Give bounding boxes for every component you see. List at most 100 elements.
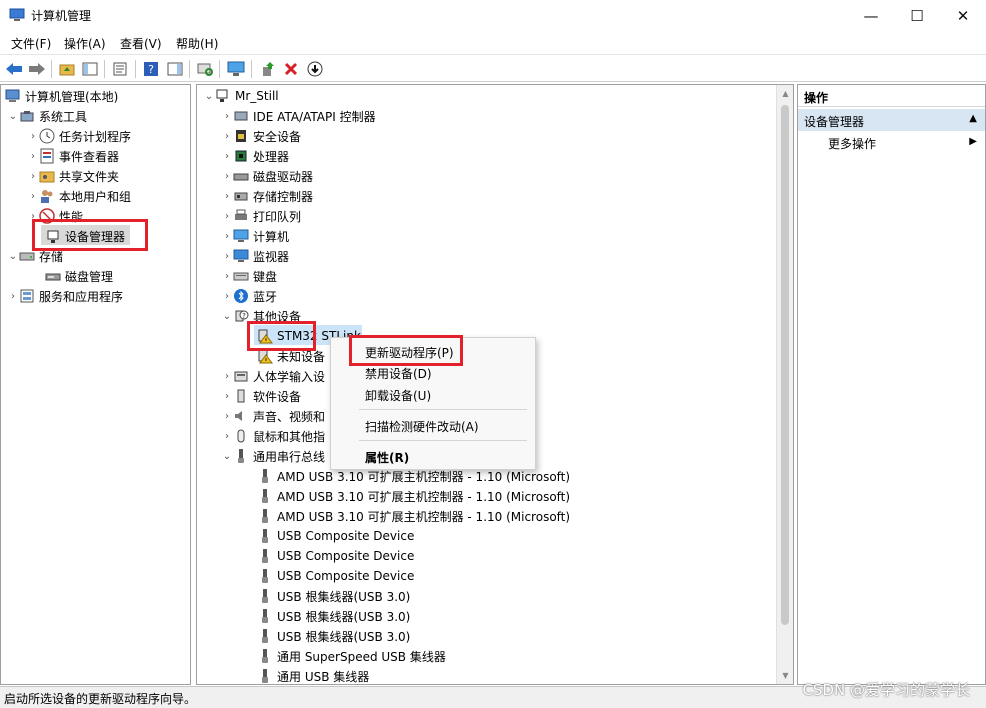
scroll-down-icon[interactable]: ▼ xyxy=(777,667,793,684)
back-icon[interactable] xyxy=(4,59,24,79)
chevron-right-icon[interactable]: › xyxy=(221,291,233,302)
chevron-down-icon[interactable]: ⌄ xyxy=(7,251,19,262)
chevron-right-icon[interactable]: › xyxy=(221,411,233,422)
ctx-scan-hardware[interactable]: 扫描检测硬件改动(A) xyxy=(365,418,479,435)
category-usb-controllers[interactable]: ⌄ 通用串行总线 xyxy=(221,446,325,466)
usb-device-item[interactable]: AMD USB 3.10 可扩展主机控制器 - 1.10 (Microsoft) xyxy=(257,486,570,506)
usb-plug-icon xyxy=(262,629,268,643)
minimize-button[interactable]: — xyxy=(848,0,894,31)
chevron-right-icon[interactable]: › xyxy=(27,211,39,222)
chevron-right-icon[interactable]: › xyxy=(221,251,233,262)
more-actions[interactable]: 更多操作 xyxy=(828,135,876,152)
device-category[interactable]: › 鼠标和其他指 xyxy=(221,426,325,446)
collapse-up-icon[interactable]: ▲ xyxy=(969,113,977,124)
chevron-right-icon[interactable]: › xyxy=(221,211,233,222)
usb-device-item[interactable]: USB 根集线器(USB 3.0) xyxy=(257,586,410,606)
performance-icon xyxy=(39,208,55,224)
device-category[interactable]: › 声音、视频和 xyxy=(221,406,325,426)
show-action-pane-icon[interactable] xyxy=(165,59,185,79)
chevron-right-icon[interactable]: › xyxy=(221,271,233,282)
submenu-right-icon[interactable]: ▶ xyxy=(969,136,977,147)
device-category[interactable]: › 蓝牙 xyxy=(221,286,277,306)
show-hide-tree-icon[interactable] xyxy=(80,59,100,79)
chevron-right-icon[interactable]: › xyxy=(221,191,233,202)
device-category[interactable]: › 计算机 xyxy=(221,226,289,246)
update-driver-icon[interactable] xyxy=(258,59,278,79)
close-button[interactable]: ✕ xyxy=(940,0,986,31)
chevron-right-icon[interactable]: › xyxy=(7,291,19,302)
usb-device-item[interactable]: USB Composite Device xyxy=(257,526,414,546)
uninstall-device-icon[interactable] xyxy=(281,59,301,79)
actions-section-device-manager[interactable]: 设备管理器 ▲ xyxy=(798,109,985,131)
device-category[interactable]: › IDE ATA/ATAPI 控制器 xyxy=(221,106,376,126)
tree-storage[interactable]: ⌄ 存储 xyxy=(7,246,63,266)
up-folder-icon[interactable] xyxy=(57,59,77,79)
menu-action[interactable]: 操作(A) xyxy=(64,35,106,52)
chevron-down-icon[interactable]: ⌄ xyxy=(7,111,19,122)
chevron-down-icon[interactable]: ⌄ xyxy=(221,311,233,322)
monitor-icon[interactable] xyxy=(226,59,246,79)
usb-device-item[interactable]: USB Composite Device xyxy=(257,546,414,566)
chevron-right-icon[interactable]: › xyxy=(221,131,233,142)
tree-task-scheduler[interactable]: › 任务计划程序 xyxy=(27,126,131,146)
ctx-update-driver[interactable]: 更新驱动程序(P) xyxy=(365,344,454,361)
tree-services-apps[interactable]: › 服务和应用程序 xyxy=(7,286,123,306)
chevron-right-icon[interactable]: › xyxy=(27,151,39,162)
device-category[interactable]: › 安全设备 xyxy=(221,126,301,146)
chevron-right-icon[interactable]: › xyxy=(221,111,233,122)
tree-system-tools[interactable]: ⌄ 系统工具 xyxy=(7,106,87,126)
scan-hardware-icon[interactable] xyxy=(195,59,215,79)
forward-icon[interactable] xyxy=(27,59,47,79)
chevron-down-icon[interactable]: ⌄ xyxy=(203,91,215,102)
device-category[interactable]: › 磁盘驱动器 xyxy=(221,166,313,186)
usb-device-item[interactable]: USB 根集线器(USB 3.0) xyxy=(257,626,410,646)
chevron-right-icon[interactable]: › xyxy=(221,391,233,402)
device-tree-scrollbar[interactable]: ▲ ▼ xyxy=(776,85,793,684)
chevron-down-icon[interactable]: ⌄ xyxy=(221,451,233,462)
ctx-disable-device[interactable]: 禁用设备(D) xyxy=(365,365,432,382)
usb-device-item[interactable]: AMD USB 3.10 可扩展主机控制器 - 1.10 (Microsoft) xyxy=(257,506,570,526)
warning-device-icon xyxy=(258,349,273,364)
device-category[interactable]: › 软件设备 xyxy=(221,386,301,406)
usb-device-item[interactable]: USB Composite Device xyxy=(257,566,414,586)
tree-device-manager[interactable]: 设备管理器 xyxy=(45,226,125,246)
menu-file[interactable]: 文件(F) xyxy=(11,35,51,52)
chevron-right-icon[interactable]: › xyxy=(221,231,233,242)
chevron-right-icon[interactable]: › xyxy=(27,191,39,202)
chevron-right-icon[interactable]: › xyxy=(221,431,233,442)
tree-local-users[interactable]: › 本地用户和组 xyxy=(27,186,131,206)
menu-help[interactable]: 帮助(H) xyxy=(176,35,218,52)
chevron-right-icon[interactable]: › xyxy=(221,171,233,182)
tree-event-viewer[interactable]: › 事件查看器 xyxy=(27,146,119,166)
usb-device-item[interactable]: 通用 SuperSpeed USB 集线器 xyxy=(257,646,446,666)
device-category[interactable]: › 处理器 xyxy=(221,146,289,166)
ctx-uninstall-device[interactable]: 卸载设备(U) xyxy=(365,387,431,404)
device-category[interactable]: › 监视器 xyxy=(221,246,289,266)
chevron-right-icon[interactable]: › xyxy=(27,131,39,142)
usb-plug-icon xyxy=(262,469,268,483)
device-unknown[interactable]: 未知设备 xyxy=(257,346,325,366)
device-category[interactable]: › 存储控制器 xyxy=(221,186,313,206)
chevron-right-icon[interactable]: › xyxy=(221,371,233,382)
menu-view[interactable]: 查看(V) xyxy=(120,35,162,52)
device-category[interactable]: › 人体学输入设 xyxy=(221,366,325,386)
device-tree-root[interactable]: ⌄ Mr_Still xyxy=(203,86,279,106)
tree-disk-management[interactable]: 磁盘管理 xyxy=(45,266,113,286)
maximize-button[interactable]: ☐ xyxy=(894,0,940,31)
disable-device-icon[interactable] xyxy=(305,59,325,79)
chevron-right-icon[interactable]: › xyxy=(221,151,233,162)
device-category[interactable]: › 打印队列 xyxy=(221,206,301,226)
chevron-right-icon[interactable]: › xyxy=(27,171,39,182)
ctx-properties[interactable]: 属性(R) xyxy=(365,449,409,466)
tree-root[interactable]: 计算机管理(本地) xyxy=(5,86,118,106)
category-other-devices[interactable]: ⌄ ? 其他设备 xyxy=(221,306,301,326)
usb-device-item[interactable]: USB 根集线器(USB 3.0) xyxy=(257,606,410,626)
properties-icon[interactable] xyxy=(110,59,130,79)
usb-device-item[interactable]: 通用 USB 集线器 xyxy=(257,666,369,684)
tree-performance[interactable]: › 性能 xyxy=(27,206,83,226)
scroll-up-icon[interactable]: ▲ xyxy=(777,85,793,102)
help-icon[interactable]: ? xyxy=(141,59,161,79)
scrollbar-thumb[interactable] xyxy=(781,105,789,625)
device-category[interactable]: › 键盘 xyxy=(221,266,277,286)
tree-shared-folders[interactable]: › 共享文件夹 xyxy=(27,166,119,186)
